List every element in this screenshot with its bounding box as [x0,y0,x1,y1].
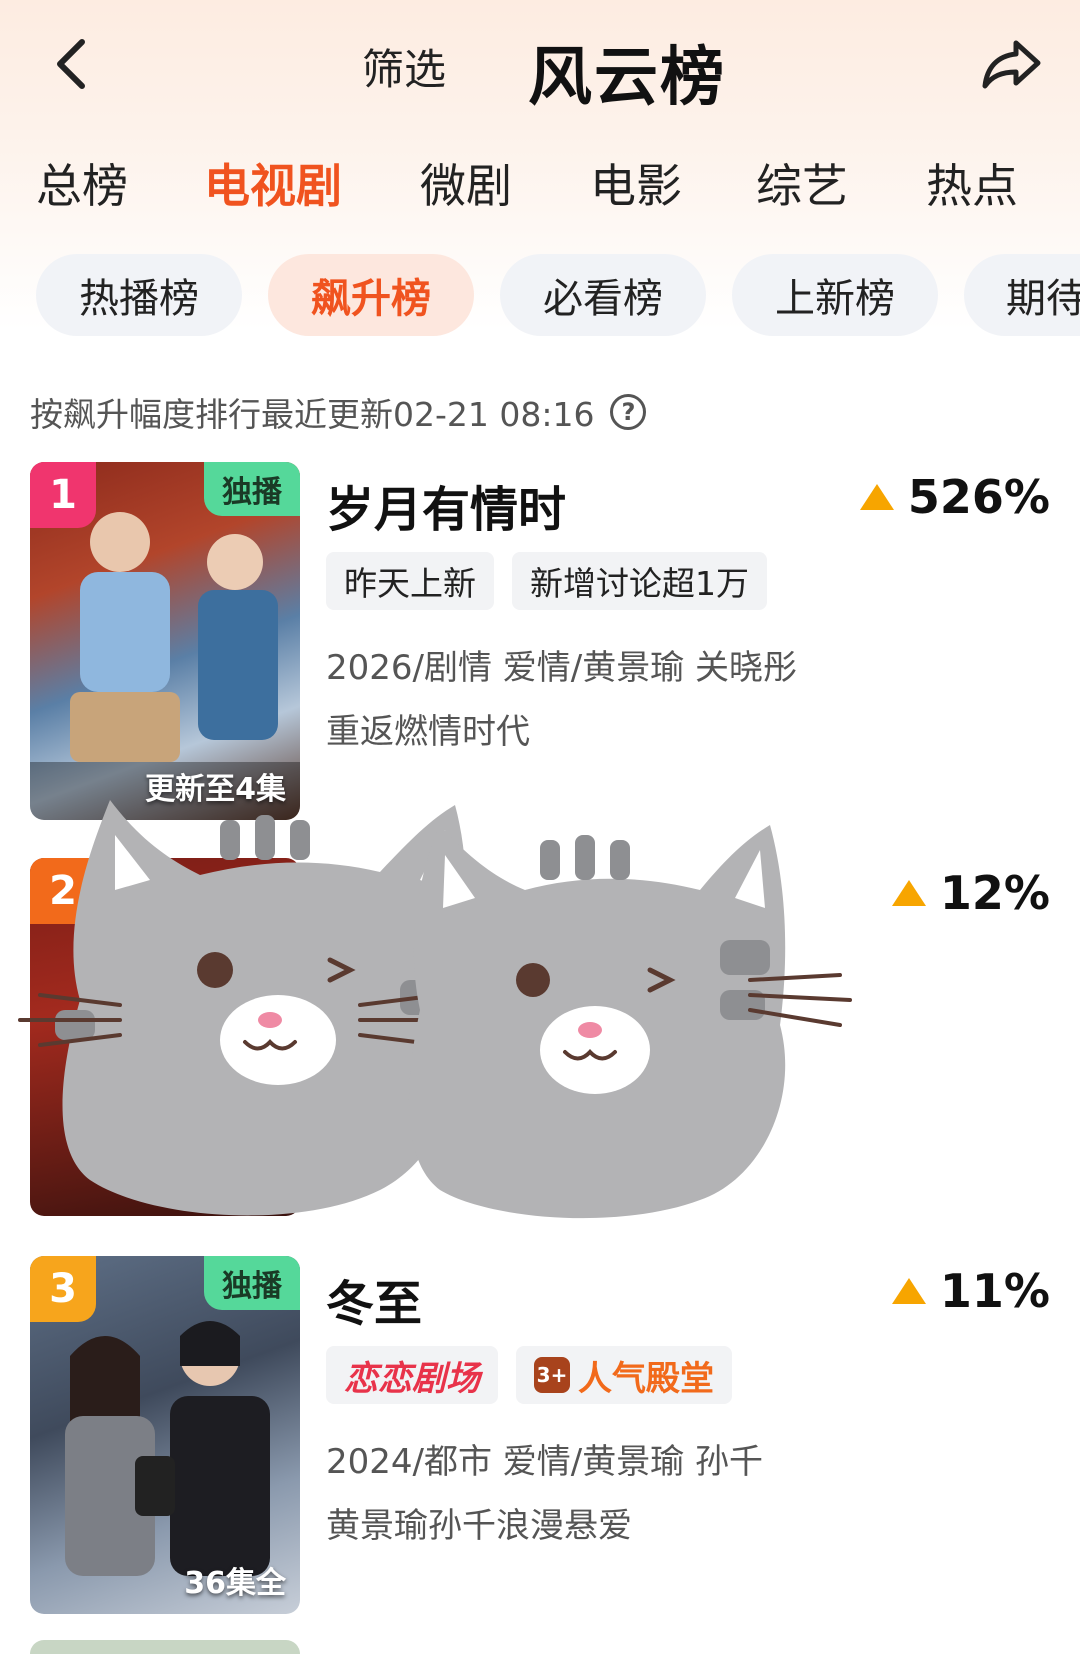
tag: 昨天上新 [326,552,494,610]
trend-percent: 12% [939,866,1050,920]
poster-image[interactable]: 3 独播 36集全 [30,1256,300,1614]
rank-badge: 3 [30,1256,96,1322]
trend-value: 12% [891,866,1050,920]
tab-movie[interactable]: 电影 [590,150,682,216]
share-button[interactable] [976,30,1046,100]
tab-anticipated[interactable]: 期待 [964,254,1080,336]
show-meta: 2026/剧情 爱情/黄景瑜 关晓彤 [326,648,798,688]
cat-right [408,825,852,1219]
back-button[interactable] [40,32,100,96]
chevron-left-icon [57,39,85,89]
tag-list: 恋恋剧场 3+ 人气殿堂 [326,1346,732,1404]
tab-must-watch[interactable]: 必看榜 [500,254,706,336]
trend-value: 11% [891,1264,1050,1318]
share-arrow-icon [982,40,1041,89]
top-bar: 筛选 风云榜 [0,0,1080,130]
triangle-up-icon [891,1278,926,1304]
theater-tag[interactable]: 恋恋剧场 [326,1346,498,1404]
tag: 新增讨论超1万 [512,552,767,610]
rank-badge: 1 [30,462,96,528]
show-title[interactable]: 岁月有情时 [326,470,566,540]
show-description: 黄景瑜孙千浪漫悬爱 [326,1506,632,1546]
list-item[interactable]: 3 独播 36集全 冬至 11% 恋恋剧场 3+ 人气殿堂 2024/都市 爱情… [0,1256,1080,1626]
ranking-type-tabs: 热播榜 飙升榜 必看榜 上新榜 期待 [0,254,1080,336]
triangle-up-icon [859,484,894,510]
tab-variety[interactable]: 综艺 [756,150,848,216]
badge-icon: 3+ [534,1357,570,1393]
popularity-tag[interactable]: 3+ 人气殿堂 [516,1346,732,1404]
category-tabs: 总榜 电视剧 微剧 电影 综艺 热点 [0,150,1080,220]
show-title[interactable]: 冬至 [326,1264,422,1334]
tab-new-release[interactable]: 上新榜 [732,254,938,336]
tab-hot-playing[interactable]: 热播榜 [36,254,242,336]
cat-sticker [18,800,852,1219]
cat-left [18,800,467,1216]
tab-rising[interactable]: 飙升榜 [268,254,474,336]
list-item[interactable]: 1 独播 更新至4集 岁月有情时 526% 昨天上新 新增讨论超1万 2026/… [0,462,1080,832]
ranking-info-text: 按飙升幅度排行最近更新02-21 08:16 [30,395,595,434]
trend-percent: 526% [907,470,1050,524]
tab-micro-drama[interactable]: 微剧 [420,150,512,216]
popularity-tag-label: 人气殿堂 [578,1358,714,1399]
ranking-info: 按飙升幅度排行最近更新02-21 08:16 ? [30,388,647,436]
trend-percent: 11% [939,1264,1050,1318]
filter-button[interactable]: 筛选 [362,36,446,97]
tab-tv-series[interactable]: 电视剧 [204,150,342,216]
show-meta: 2024/都市 爱情/黄景瑜 孙千 [326,1442,764,1482]
tab-hot[interactable]: 热点 [926,150,1018,216]
show-description: 重返燃情时代 [326,712,530,752]
poster-image[interactable]: 1 独播 更新至4集 [30,462,300,820]
episode-label: 36集全 [184,1566,286,1601]
exclusive-badge: 独播 [204,1256,300,1310]
triangle-up-icon [891,880,926,906]
tab-overall[interactable]: 总榜 [36,150,128,216]
next-poster-peek [30,1640,300,1654]
page-title: 风云榜 [528,41,726,115]
question-circle-icon[interactable]: ? [610,394,647,430]
tag-list: 昨天上新 新增讨论超1万 [326,552,767,610]
trend-value: 526% [859,470,1050,524]
exclusive-badge: 独播 [204,462,300,516]
